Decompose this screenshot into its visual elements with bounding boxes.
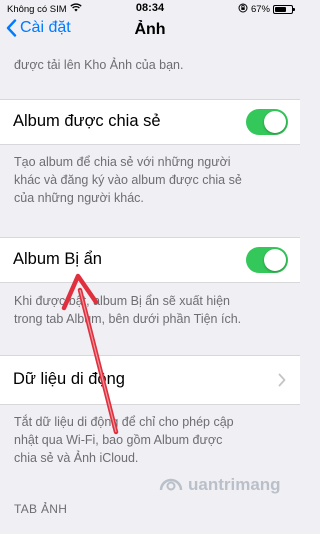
top-footer-line: được tải lên Kho Ảnh của bạn.	[14, 58, 184, 72]
cellular-data-row[interactable]: Dữ liệu di động	[0, 355, 300, 405]
cellular-data-label: Dữ liệu di động	[13, 370, 125, 388]
battery-level	[275, 7, 286, 12]
watermark-logo-icon	[159, 478, 183, 491]
hidden-album-footer: Khi được bật, album Bị ẩn sẽ xuất hiện t…	[14, 292, 288, 328]
toggle-knob	[264, 249, 286, 271]
cellular-data-footer: Tắt dữ liệu di động để chỉ cho phép cập …	[14, 413, 288, 467]
lock-rotation-icon	[238, 3, 248, 16]
nav-bar: Cài đặt Ảnh	[0, 18, 300, 48]
hidden-album-footer-line: Khi được bật, album Bị ẩn sẽ xuất hiện	[14, 294, 230, 308]
shared-albums-footer-line: khác và đăng ký vào album được chia sẻ	[14, 173, 242, 187]
battery-percent: 67%	[250, 4, 270, 15]
shared-albums-footer-line: của những người khác.	[14, 191, 144, 205]
cellular-footer-line: chia sẻ và Ảnh iCloud.	[14, 451, 139, 465]
hidden-album-row[interactable]: Album Bị ẩn	[0, 237, 300, 283]
cellular-footer-line: nhật qua Wi-Fi, bao gồm Album được	[14, 433, 223, 447]
hidden-album-label: Album Bị ẩn	[13, 250, 102, 268]
shared-albums-row[interactable]: Album được chia sẻ	[0, 99, 300, 145]
hidden-album-toggle[interactable]	[246, 247, 288, 273]
status-bar: Không có SIM 08:34 67%	[0, 0, 300, 18]
battery-icon	[273, 5, 295, 14]
shared-albums-toggle[interactable]	[246, 109, 288, 135]
shared-albums-footer: Tạo album để chia sẻ với những người khá…	[14, 153, 288, 207]
photos-tab-header: TAB ẢNH	[14, 502, 68, 516]
shared-albums-footer-line: Tạo album để chia sẻ với những người	[14, 155, 231, 169]
chevron-right-icon	[278, 373, 286, 387]
watermark-text: uantrimang	[188, 475, 281, 494]
cellular-footer-line: Tắt dữ liệu di động để chỉ cho phép cập	[14, 415, 234, 429]
status-right: 67%	[238, 3, 295, 16]
hidden-album-footer-line: trong tab Album, bên dưới phần Tiện ích.	[14, 312, 242, 326]
watermark: uantrimang	[158, 475, 281, 495]
toggle-knob	[264, 111, 286, 133]
shared-albums-label: Album được chia sẻ	[13, 112, 161, 130]
top-footer-text: được tải lên Kho Ảnh của bạn.	[14, 56, 288, 74]
page-title: Ảnh	[134, 21, 166, 38]
